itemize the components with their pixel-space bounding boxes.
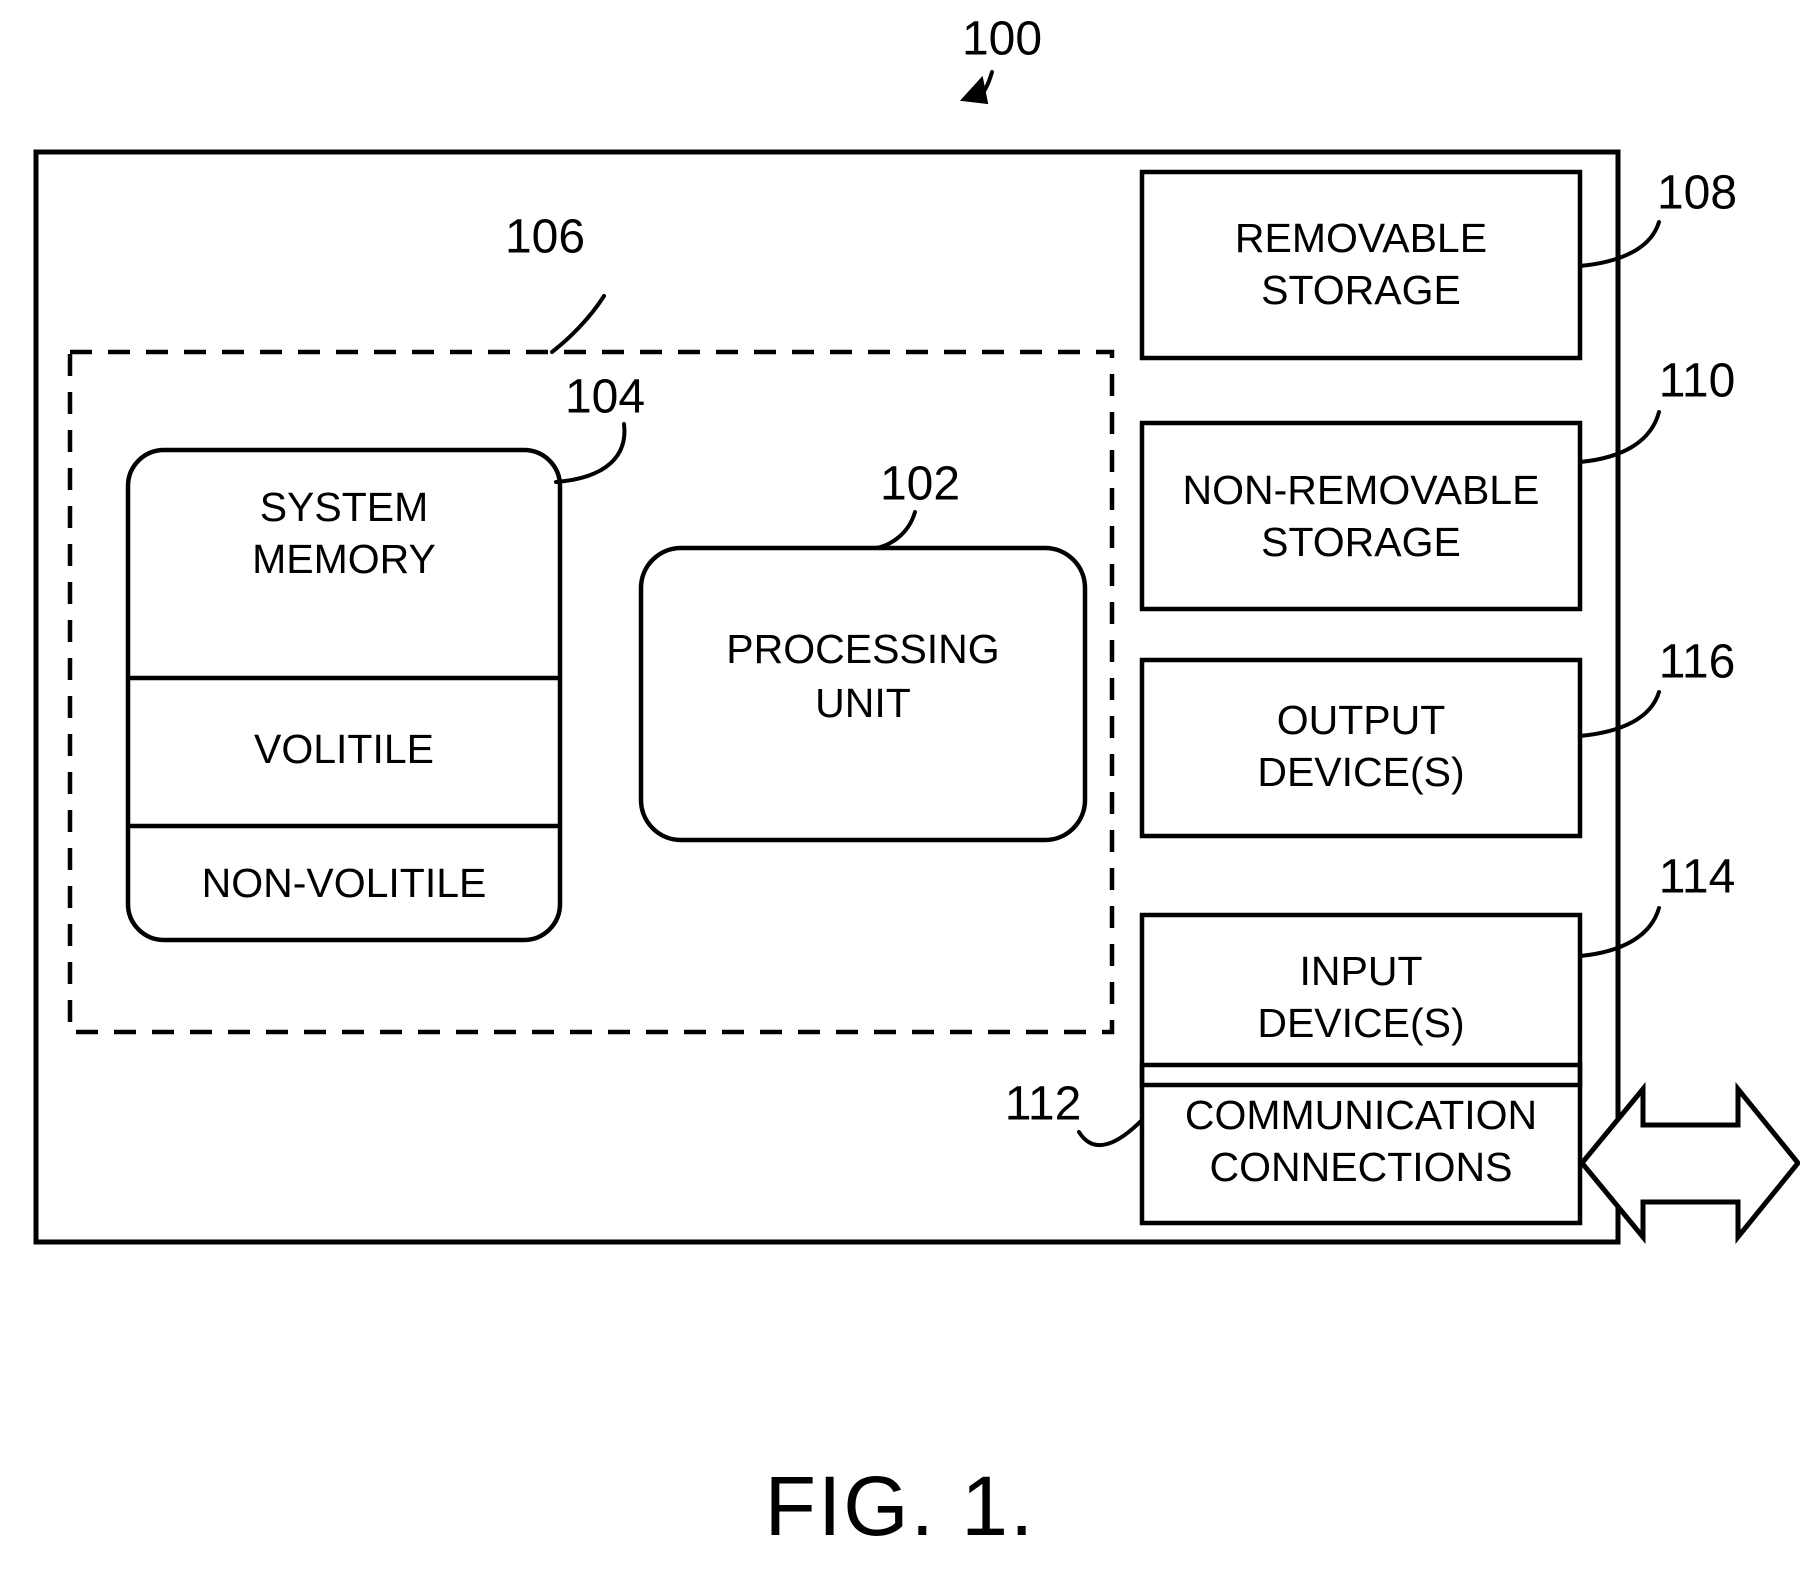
non-volatile-memory-label: NON-VOLITILE <box>202 860 487 906</box>
non-removable-storage-block: NON-REMOVABLE STORAGE <box>1139 420 1583 612</box>
communication-connections-block: COMMUNICATION CONNECTIONS <box>1139 1062 1583 1226</box>
ref-number-112: 112 <box>1005 1078 1082 1131</box>
ref-112-callout: 112 <box>1005 1078 1144 1148</box>
communication-connections-label-line1: COMMUNICATION <box>1185 1092 1537 1138</box>
volatile-memory-label: VOLITILE <box>254 726 434 772</box>
ref-number-108: 108 <box>1657 167 1737 220</box>
ref-number-102: 102 <box>880 458 960 511</box>
ref-100-callout: 100 <box>959 13 1042 105</box>
figure-canvas: 100 106 SYSTEM MEMORY VOLITILE NON-VOLIT… <box>33 13 1800 1553</box>
ref-number-100: 100 <box>962 13 1042 66</box>
output-devices-label-line1: OUTPUT <box>1277 697 1446 743</box>
system-memory-label-line1: SYSTEM <box>260 484 429 530</box>
ref-108-callout: 108 <box>1578 167 1737 268</box>
external-connection-arrow-icon <box>1578 1081 1800 1245</box>
basic-configuration-dashed-box <box>67 349 1115 1035</box>
ref-102-callout: 102 <box>874 458 960 550</box>
input-devices-label-line1: INPUT <box>1300 948 1423 994</box>
removable-storage-block: REMOVABLE STORAGE <box>1139 169 1583 361</box>
patent-figure-1: 100 106 SYSTEM MEMORY VOLITILE NON-VOLIT… <box>0 0 1800 1591</box>
ref-112-leader-line <box>1077 1118 1144 1148</box>
ref-number-106: 106 <box>505 211 585 264</box>
input-devices-label-line2: DEVICE(S) <box>1257 1000 1464 1046</box>
ref-104-callout: 104 <box>554 371 645 484</box>
output-devices-label-line2: DEVICE(S) <box>1257 749 1464 795</box>
ref-number-114: 114 <box>1659 851 1736 904</box>
ref-114-callout: 114 <box>1578 851 1736 958</box>
system-memory-label-line2: MEMORY <box>252 536 436 582</box>
ref-number-104: 104 <box>565 371 645 424</box>
processing-unit-label-line2: UNIT <box>815 680 911 726</box>
figure-caption: FIG. 1. <box>765 1459 1036 1553</box>
output-devices-block: OUTPUT DEVICE(S) <box>1139 657 1583 839</box>
non-removable-storage-outline <box>1139 420 1583 612</box>
removable-storage-label-line2: STORAGE <box>1261 267 1461 313</box>
removable-storage-label-line1: REMOVABLE <box>1235 215 1487 261</box>
ref-116-callout: 116 <box>1578 636 1736 738</box>
ref-number-116: 116 <box>1659 636 1736 689</box>
ref-110-callout: 110 <box>1578 355 1736 464</box>
processing-unit-label-line1: PROCESSING <box>726 626 999 672</box>
communication-connections-label-line2: CONNECTIONS <box>1210 1144 1513 1190</box>
ref-106-callout: 106 <box>505 211 606 354</box>
ref-102-leader-line <box>874 510 917 550</box>
non-removable-storage-label-line2: STORAGE <box>1261 519 1461 565</box>
ref-number-110: 110 <box>1659 355 1736 408</box>
non-removable-storage-label-line1: NON-REMOVABLE <box>1183 467 1540 513</box>
ref-100-arrowhead-icon <box>959 75 989 105</box>
removable-storage-outline <box>1139 169 1583 361</box>
system-memory-block: SYSTEM MEMORY VOLITILE NON-VOLITILE <box>125 447 563 943</box>
ref-104-leader-line <box>554 422 627 484</box>
input-devices-block: INPUT DEVICE(S) <box>1139 912 1583 1088</box>
ref-106-leader-line <box>550 294 606 354</box>
processing-unit-block: PROCESSING UNIT <box>638 545 1088 843</box>
